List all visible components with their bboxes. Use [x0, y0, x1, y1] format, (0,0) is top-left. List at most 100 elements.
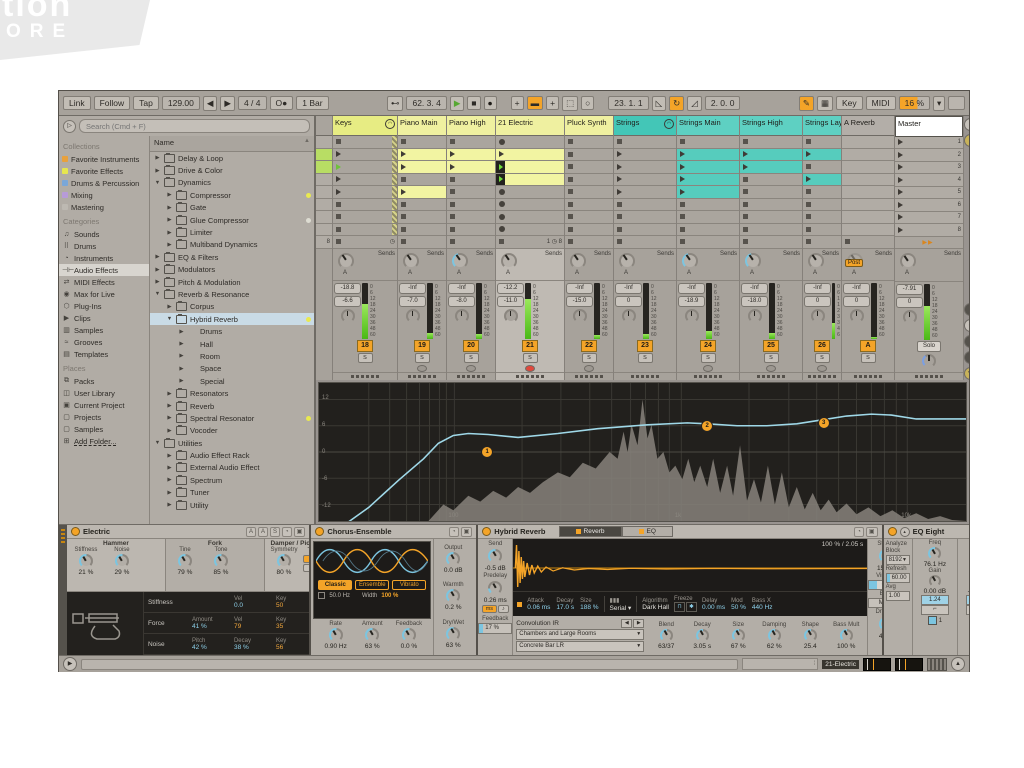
arm-button[interactable] — [703, 365, 713, 372]
clip-slot[interactable] — [677, 161, 739, 174]
tree-item[interactable]: ▶ Spectral Resonator — [150, 412, 314, 424]
param-knob[interactable] — [696, 629, 709, 642]
expand-arrow-icon[interactable]: ▶ — [166, 502, 173, 508]
hybrid-tab[interactable]: EQ — [622, 526, 673, 537]
clip-slot[interactable] — [740, 236, 802, 249]
ms-toggle[interactable]: ms — [482, 605, 497, 613]
chorus-title-bar[interactable]: Chorus-Ensemble ◔▣ — [311, 525, 476, 539]
param-knob[interactable] — [446, 589, 460, 603]
pan-knob[interactable] — [406, 309, 420, 323]
expand-arrow-icon[interactable]: ▼ — [166, 316, 173, 322]
clip-slot[interactable] — [740, 199, 802, 212]
track-activator[interactable]: 20 — [463, 340, 479, 352]
param-knob[interactable] — [178, 554, 192, 568]
tree-item[interactable]: ▶ Modulators — [150, 264, 314, 276]
tree-item[interactable]: ▶ Room — [150, 350, 314, 362]
track-activator[interactable]: 25 — [763, 340, 779, 352]
clip-slot[interactable] — [565, 186, 613, 199]
param-knob[interactable] — [446, 627, 460, 641]
volume-field[interactable]: 0 — [804, 296, 831, 307]
param-knob[interactable] — [365, 628, 379, 642]
detail-view-toggle-icon[interactable]: ▲ — [951, 657, 965, 671]
clip-slot[interactable] — [316, 211, 332, 224]
matrix-cell[interactable]: Amount 41 % — [192, 617, 234, 630]
width-value[interactable]: 100 % — [381, 593, 398, 599]
expand-arrow-icon[interactable]: ▶ — [166, 477, 173, 483]
clip-slot[interactable] — [614, 236, 676, 249]
chorus-mode-button[interactable]: Classic — [318, 580, 352, 590]
device-on-toggle[interactable] — [482, 527, 491, 536]
clip-slot[interactable] — [496, 149, 564, 162]
solo-button[interactable]: S — [415, 353, 430, 363]
clip-slot[interactable]: 1 ◷ 8 — [496, 236, 564, 249]
clip-slot[interactable] — [842, 149, 894, 162]
clip-slot[interactable]: ◷ — [333, 236, 397, 249]
tree-item[interactable]: ▶ Hall — [150, 338, 314, 350]
solo-button[interactable]: S — [638, 353, 653, 363]
clip-slot[interactable] — [447, 211, 495, 224]
tree-item[interactable]: ▶ Reverb — [150, 400, 314, 412]
volume-field[interactable]: -11.0 — [497, 296, 524, 307]
clip-slot[interactable] — [740, 136, 802, 149]
collection-item[interactable]: Mixing — [59, 189, 149, 201]
predelay-knob[interactable] — [488, 581, 502, 595]
track-header[interactable]: Piano High ◠ — [447, 116, 495, 136]
track-io-box[interactable]: ⁞ — [742, 658, 818, 670]
clip-slot[interactable] — [803, 174, 841, 187]
matrix-cell[interactable]: Key 35 — [276, 617, 309, 630]
master-solo-button[interactable]: Solo — [917, 341, 941, 352]
expand-arrow-icon[interactable]: ▶ — [166, 428, 173, 434]
hybrid-title-bar[interactable]: Hybrid Reverb Reverb EQ — [478, 525, 881, 539]
solo-button[interactable]: S — [464, 353, 479, 363]
track-activator[interactable]: A — [860, 340, 876, 352]
clip-slot[interactable] — [398, 186, 446, 199]
filter-type-select[interactable]: ◇ — [966, 605, 969, 615]
clip-slot[interactable] — [447, 174, 495, 187]
cue-volume-knob[interactable] — [922, 354, 936, 368]
clip-slot[interactable] — [740, 161, 802, 174]
clip-slot[interactable] — [333, 136, 397, 149]
nudge-down-button[interactable]: ◀ — [203, 96, 218, 111]
band-enable-checkbox[interactable] — [928, 616, 937, 625]
tree-item[interactable]: ▶ Vocoder — [150, 425, 314, 437]
device-header-icon[interactable]: ▣ — [866, 527, 878, 537]
tree-item[interactable]: ▶ External Audio Effect — [150, 462, 314, 474]
key-map-button[interactable]: Key — [836, 96, 863, 110]
volume-field[interactable]: 0 — [615, 296, 642, 307]
pan-knob[interactable] — [850, 309, 864, 323]
device-thumbnail[interactable] — [863, 658, 891, 671]
nudge-up-button[interactable]: ▶ — [220, 96, 235, 111]
punch-in-button[interactable]: ◺ — [652, 96, 667, 111]
clip-slot[interactable] — [803, 136, 841, 149]
clip-slot[interactable] — [398, 224, 446, 237]
track-header[interactable]: A Reverb ◠ — [842, 116, 894, 136]
clip-slot[interactable] — [316, 199, 332, 212]
clip-slot[interactable] — [496, 161, 564, 174]
expand-arrow-icon[interactable]: ▶ — [178, 353, 185, 359]
volume-field[interactable]: 0 — [843, 296, 870, 307]
collection-item[interactable]: Favorite Effects — [59, 165, 149, 177]
arm-button[interactable] — [417, 365, 427, 372]
expand-arrow-icon[interactable]: ▶ — [154, 254, 161, 260]
gain-knob[interactable] — [929, 575, 941, 587]
collection-item[interactable]: Drums & Percussion — [59, 177, 149, 189]
hybrid-tab[interactable]: Reverb — [559, 526, 622, 537]
peak-level-field[interactable]: -18.8 — [334, 283, 361, 294]
param-knob[interactable] — [79, 554, 93, 568]
punch-out-button[interactable]: ◿ — [687, 96, 702, 111]
track-header[interactable]: ◠ — [316, 116, 332, 136]
arm-button[interactable] — [466, 365, 476, 372]
clip-slot[interactable]: 5 — [895, 187, 963, 200]
peak-level-field[interactable]: -7.91 — [896, 284, 923, 295]
place-item[interactable]: ▢ Samples — [59, 423, 149, 435]
tree-item[interactable]: ▶ Corpus — [150, 301, 314, 313]
tree-item[interactable]: ▶ EQ & Filters — [150, 251, 314, 263]
send-a-knob[interactable] — [900, 253, 916, 269]
clip-slot[interactable]: 6 — [895, 199, 963, 212]
new-button[interactable]: ○ — [581, 96, 594, 110]
category-item[interactable]: ⬡ Plug-Ins — [59, 300, 149, 312]
clip-slot[interactable] — [677, 174, 739, 187]
solo-button[interactable]: S — [701, 353, 716, 363]
electric-title-bar[interactable]: Electric AAS◔▣ — [67, 525, 309, 539]
loop-length-field[interactable]: 2. 0. 0 — [705, 96, 741, 110]
